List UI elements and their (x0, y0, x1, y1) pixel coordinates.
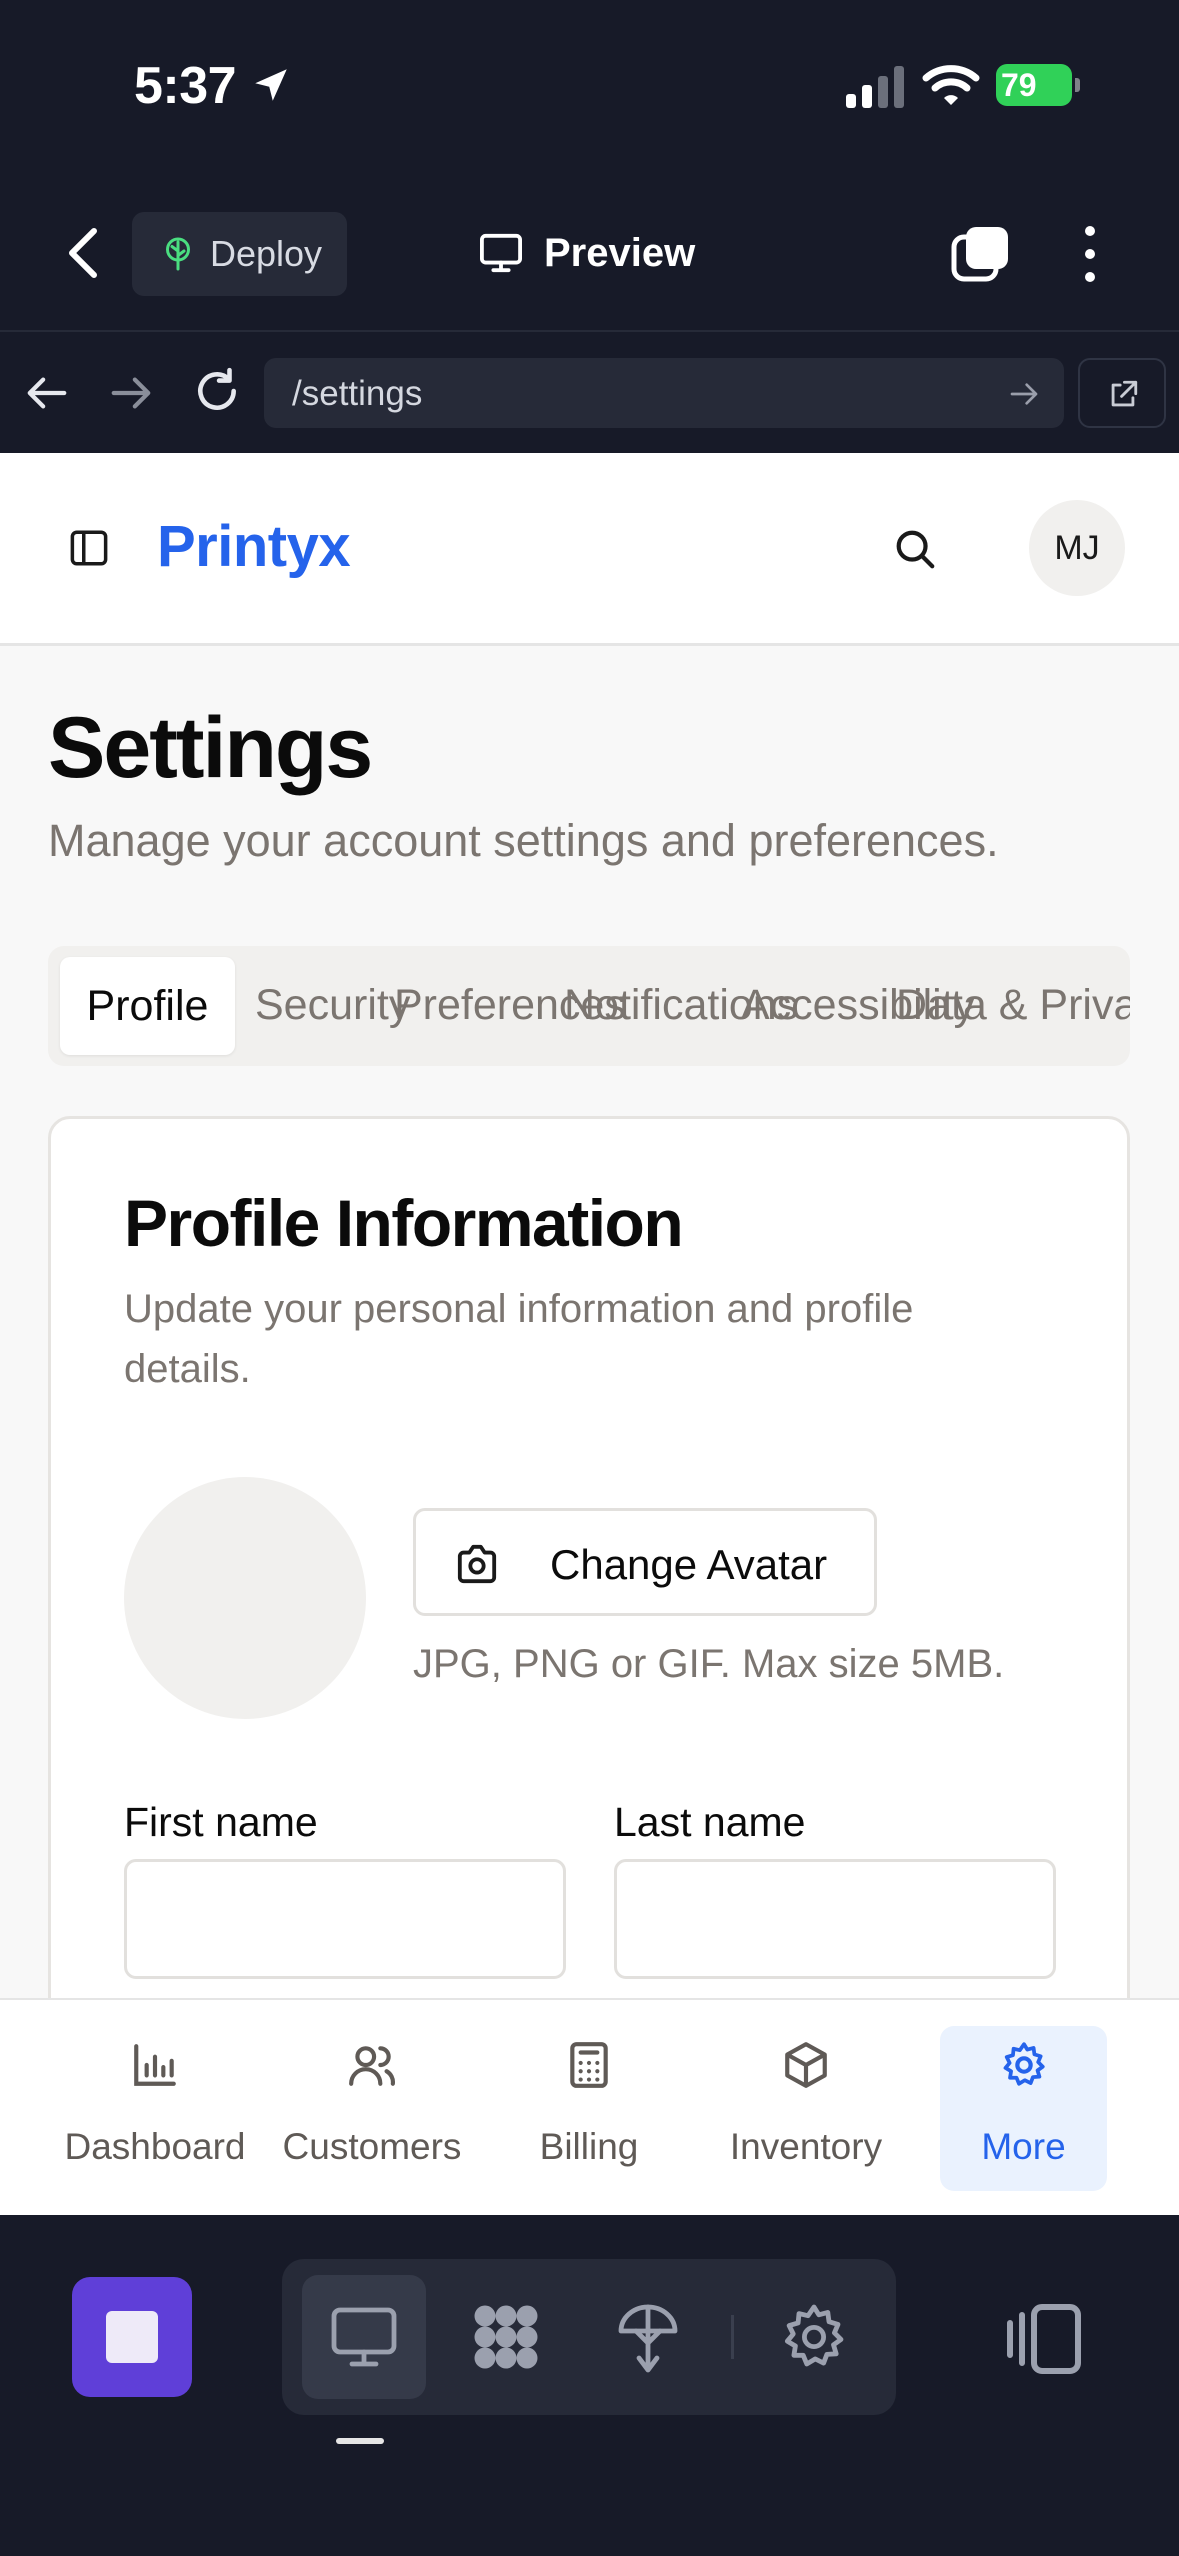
monitor-icon (331, 2307, 397, 2367)
external-link-icon (1111, 380, 1138, 407)
deploy-tree-icon (166, 237, 190, 271)
preview-label: Preview (544, 230, 696, 275)
panel-toggle-icon[interactable] (1006, 2303, 1086, 2375)
battery-level: 79 (1001, 67, 1037, 103)
grid-blob-icon (474, 2305, 538, 2369)
page-title: Settings (48, 700, 373, 796)
dock-deploy-button[interactable] (586, 2275, 710, 2399)
gear-icon (1003, 2042, 1045, 2086)
status-time: 5:37 (134, 57, 237, 115)
cellular-signal-icon (846, 66, 904, 108)
url-text: /settings (292, 374, 423, 413)
camera-icon (457, 1544, 497, 1584)
browser-forward-icon[interactable] (108, 370, 154, 416)
browser-back-icon[interactable] (24, 370, 70, 416)
card-title: Profile Information (124, 1186, 684, 1260)
go-arrow-icon[interactable] (1008, 378, 1040, 410)
dock-tool-group (282, 2259, 896, 2415)
browser-bar: /settings (0, 330, 1179, 453)
active-indicator (336, 2438, 384, 2444)
stop-button[interactable] (72, 2277, 192, 2397)
more-options-icon[interactable] (1070, 223, 1110, 285)
deploy-button[interactable]: Deploy (132, 212, 347, 296)
dock-preview-button[interactable] (302, 2275, 426, 2399)
first-name-input[interactable] (124, 1859, 566, 1979)
change-avatar-button[interactable]: Change Avatar (413, 1508, 877, 1616)
tab-data-privacy[interactable]: Data & Privacy (896, 981, 1130, 1030)
avatar-hint: JPG, PNG or GIF. Max size 5MB. (413, 1642, 1005, 1686)
battery-indicator: 79 (996, 64, 1080, 106)
brand-logo[interactable]: Printyx (157, 513, 351, 580)
location-arrow-icon (255, 69, 287, 101)
deploy-label: Deploy (210, 233, 323, 274)
settings-tabs: Profile Security Preferences Notificatio… (48, 946, 1130, 1066)
nav-label-more: More (981, 2126, 1066, 2167)
profile-information-card: Profile Information Update your personal… (48, 1116, 1130, 1998)
bar-chart-icon (134, 2044, 176, 2086)
web-content: Printyx MJ Settings Manage your account … (0, 453, 1179, 1998)
tab-profile[interactable]: Profile (60, 957, 235, 1055)
preview-button[interactable]: Preview (478, 225, 695, 281)
reload-icon[interactable] (192, 366, 242, 416)
site-header: Printyx MJ (0, 453, 1179, 646)
search-icon[interactable] (892, 526, 938, 572)
deploy-tree-icon (618, 2304, 678, 2373)
nav-item-more[interactable]: More (940, 2026, 1107, 2191)
url-bar[interactable]: /settings (264, 358, 1064, 428)
nav-label-customers: Customers (282, 2126, 462, 2167)
status-bar: 5:37 79 (0, 0, 1179, 175)
dock-settings-button[interactable] (752, 2275, 876, 2399)
nav-label-inventory: Inventory (729, 2126, 883, 2167)
first-name-label: First name (124, 1799, 318, 1845)
nav-item-inventory[interactable]: Inventory (711, 2026, 901, 2191)
tab-security[interactable]: Security (255, 981, 410, 1030)
dock-apps-button[interactable] (444, 2275, 568, 2399)
nav-label-billing: Billing (539, 2126, 639, 2167)
users-icon (349, 2046, 395, 2086)
nav-item-customers[interactable]: Customers (277, 2026, 467, 2191)
open-external-button[interactable] (1078, 358, 1166, 428)
last-name-label: Last name (614, 1799, 806, 1845)
monitor-icon (480, 233, 522, 273)
bottom-navigation: Dashboard Customers Billing Inventory Mo… (0, 1998, 1179, 2215)
nav-item-dashboard[interactable]: Dashboard (60, 2026, 250, 2191)
app-toolbar: Deploy Preview (0, 175, 1179, 330)
gear-icon (784, 2304, 844, 2367)
page-subtitle: Manage your account settings and prefere… (48, 815, 999, 866)
stop-square-icon (106, 2311, 158, 2363)
bottom-dock (0, 2215, 1179, 2556)
box-icon (785, 2042, 827, 2088)
card-description: Update your personal information and pro… (124, 1287, 914, 1391)
back-chevron-icon[interactable] (60, 225, 108, 281)
sidebar-toggle-icon[interactable] (68, 527, 110, 569)
change-avatar-label: Change Avatar (550, 1541, 828, 1588)
nav-item-billing[interactable]: Billing (494, 2026, 684, 2191)
wifi-icon (922, 65, 980, 105)
calculator-icon (570, 2042, 608, 2088)
tabs-icon[interactable] (950, 223, 1012, 285)
nav-label-dashboard: Dashboard (64, 2126, 246, 2167)
user-avatar[interactable]: MJ (1029, 500, 1125, 596)
avatar-preview (124, 1477, 366, 1719)
dock-divider (731, 2315, 734, 2359)
last-name-input[interactable] (614, 1859, 1056, 1979)
